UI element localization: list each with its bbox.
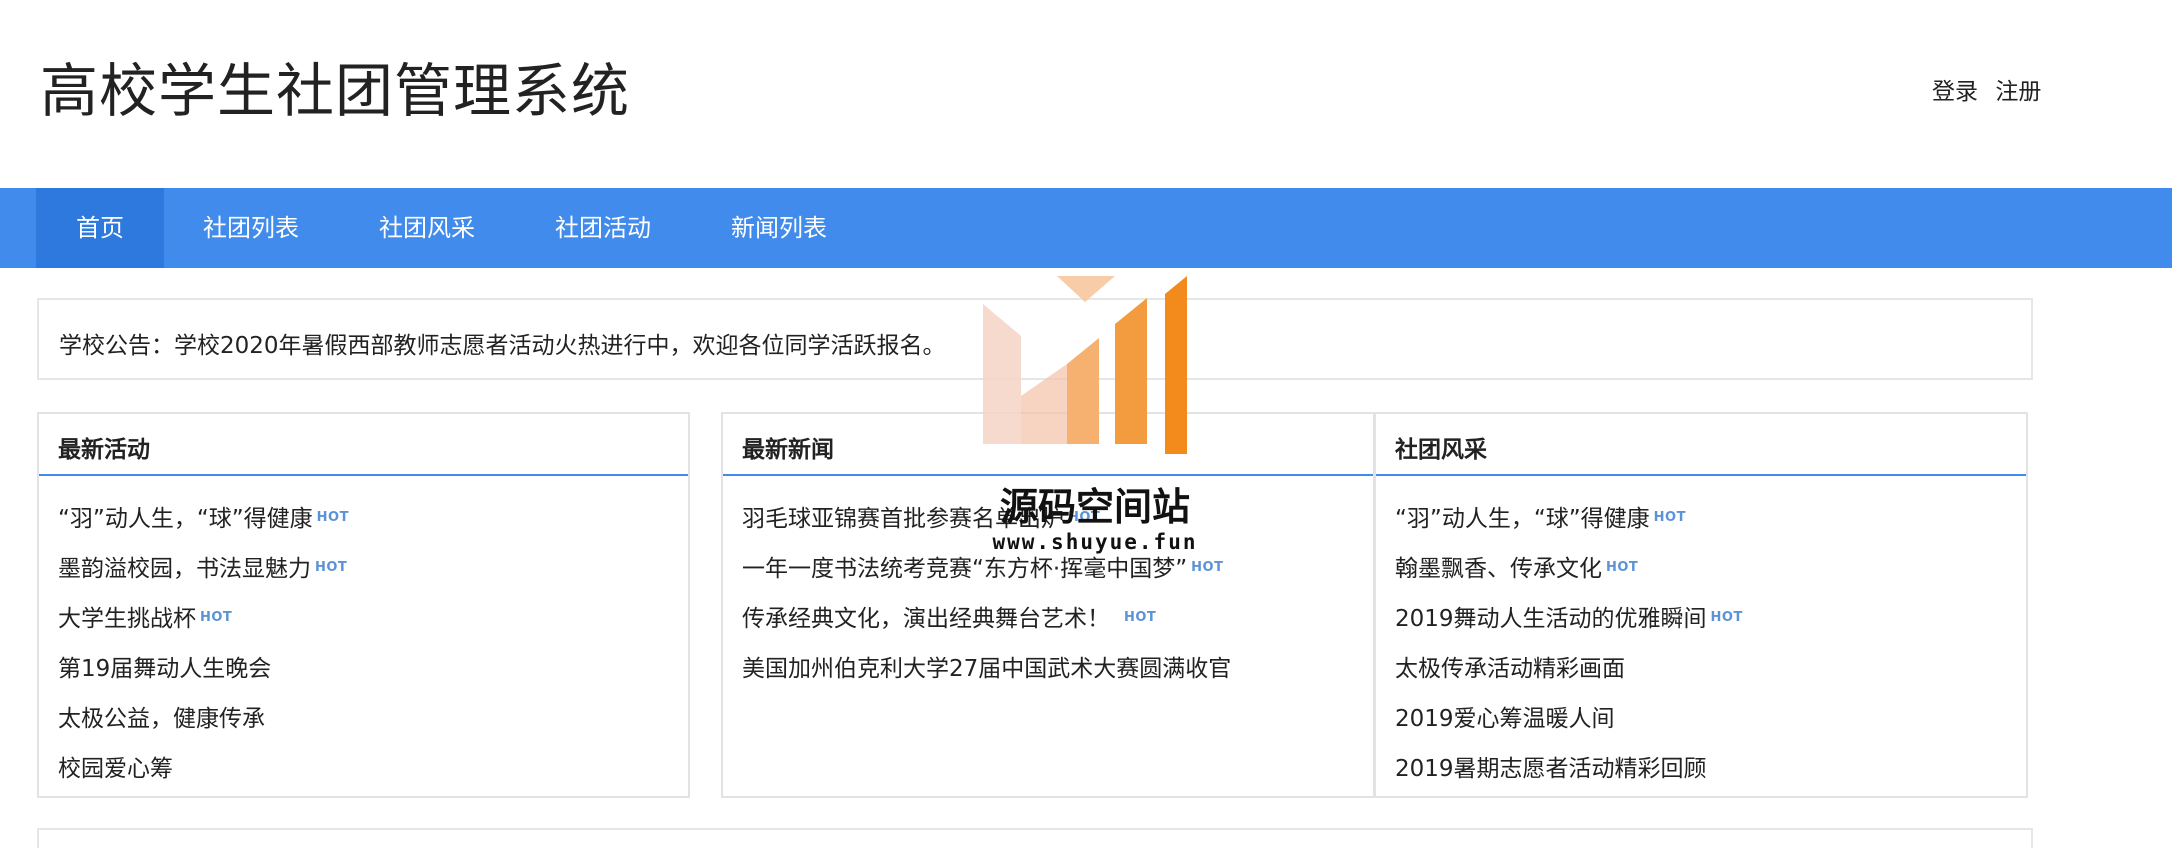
activity-link[interactable]: “羽”动人生，“球”得健康 [58,506,313,532]
list-item: 2019舞动人生活动的优雅瞬间 HOT [1395,594,1743,644]
nav-item-news-list[interactable]: 新闻列表 [731,188,827,268]
hot-badge: HOT [1124,609,1157,625]
activity-link[interactable]: 大学生挑战杯 [58,606,196,632]
list-item: 传承经典文化，演出经典舞台艺术！ HOT [742,594,1231,644]
showcase-link[interactable]: 2019舞动人生活动的优雅瞬间 [1395,606,1707,632]
site-title: 高校学生社团管理系统 [40,57,631,125]
nav-item-home[interactable]: 首页 [36,188,164,268]
latest-news-panel: 最新新闻 羽毛球亚锦赛首批参赛名单出炉 HOT 一年一度书法统考竞赛“东方杯·挥毫… [721,412,1375,798]
list-item: 翰墨飘香、传承文化 HOT [1395,544,1743,594]
news-link[interactable]: 传承经典文化，演出经典舞台艺术！ [742,606,1110,632]
list-item: “羽”动人生，“球”得健康 HOT [58,494,349,544]
panel-divider [39,474,688,476]
school-notice: 学校公告：学校2020年暑假西部教师志愿者活动火热进行中，欢迎各位同学活跃报名。 [37,298,2033,380]
news-list: 羽毛球亚锦赛首批参赛名单出炉 HOT 一年一度书法统考竞赛“东方杯·挥毫中国梦” H… [742,494,1231,694]
hot-badge: HOT [315,559,348,575]
list-item: 大学生挑战杯 HOT [58,594,349,644]
list-item: 太极公益，健康传承 [58,694,349,744]
list-item: “羽”动人生，“球”得健康 HOT [1395,494,1743,544]
list-item: 墨韵溢校园，书法显魅力 HOT [58,544,349,594]
panel-title: 社团风采 [1395,437,1487,463]
showcase-list: “羽”动人生，“球”得健康 HOT 翰墨飘香、传承文化 HOT 2019舞动人生活动… [1395,494,1743,794]
hot-badge: HOT [1606,559,1639,575]
showcase-link[interactable]: 太极传承活动精彩画面 [1395,656,1625,682]
news-link[interactable]: 一年一度书法统考竞赛“东方杯·挥毫中国梦” [742,556,1187,582]
showcase-link[interactable]: 2019爱心筹温暖人间 [1395,706,1615,732]
hot-badge: HOT [200,609,233,625]
hot-badge: HOT [316,509,349,525]
panel-divider [723,474,1373,476]
list-item: 2019爱心筹温暖人间 [1395,694,1743,744]
panel-title: 最新新闻 [742,437,834,463]
hot-badge: HOT [1191,559,1224,575]
news-link[interactable]: 美国加州伯克利大学27届中国武术大赛圆满收官 [742,656,1231,682]
list-item: 校园爱心筹 [58,744,349,794]
showcase-link[interactable]: 2019暑期志愿者活动精彩回顾 [1395,756,1707,782]
main-navbar: 首页 社团列表 社团风采 社团活动 新闻列表 [0,188,2172,268]
nav-item-club-list[interactable]: 社团列表 [203,188,299,268]
list-item: 第19届舞动人生晚会 [58,644,349,694]
list-item: 羽毛球亚锦赛首批参赛名单出炉 HOT [742,494,1231,544]
hot-badge: HOT [1653,509,1686,525]
activities-list: “羽”动人生，“球”得健康 HOT 墨韵溢校园，书法显魅力 HOT 大学生挑战杯 HO… [58,494,349,794]
register-link[interactable]: 注册 [1995,79,2041,105]
list-item: 一年一度书法统考竞赛“东方杯·挥毫中国梦” HOT [742,544,1231,594]
activity-link[interactable]: 太极公益，健康传承 [58,706,265,732]
showcase-link[interactable]: “羽”动人生，“球”得健康 [1395,506,1650,532]
list-item: 美国加州伯克利大学27届中国武术大赛圆满收官 [742,644,1231,694]
nav-item-club-showcase[interactable]: 社团风采 [379,188,475,268]
next-section-box [37,828,2033,848]
hot-badge: HOT [1710,609,1743,625]
panel-divider [1376,474,2026,476]
activity-link[interactable]: 校园爱心筹 [58,756,173,782]
activity-link[interactable]: 墨韵溢校园，书法显魅力 [58,556,311,582]
panel-title: 最新活动 [58,437,150,463]
list-item: 2019暑期志愿者活动精彩回顾 [1395,744,1743,794]
club-showcase-panel: 社团风采 “羽”动人生，“球”得健康 HOT 翰墨飘香、传承文化 HOT 2019舞… [1374,412,2028,798]
activity-link[interactable]: 第19届舞动人生晚会 [58,656,271,682]
auth-links: 登录 注册 [1932,72,2041,106]
notice-text: 学校公告：学校2020年暑假西部教师志愿者活动火热进行中，欢迎各位同学活跃报名。 [59,333,946,359]
news-link[interactable]: 羽毛球亚锦赛首批参赛名单出炉 [742,506,1064,532]
latest-activities-panel: 最新活动 “羽”动人生，“球”得健康 HOT 墨韵溢校园，书法显魅力 HOT 大学生… [37,412,690,798]
showcase-link[interactable]: 翰墨飘香、传承文化 [1395,556,1602,582]
nav-item-club-activities[interactable]: 社团活动 [555,188,651,268]
hot-badge: HOT [1068,509,1101,525]
list-item: 太极传承活动精彩画面 [1395,644,1743,694]
login-link[interactable]: 登录 [1932,79,1978,105]
